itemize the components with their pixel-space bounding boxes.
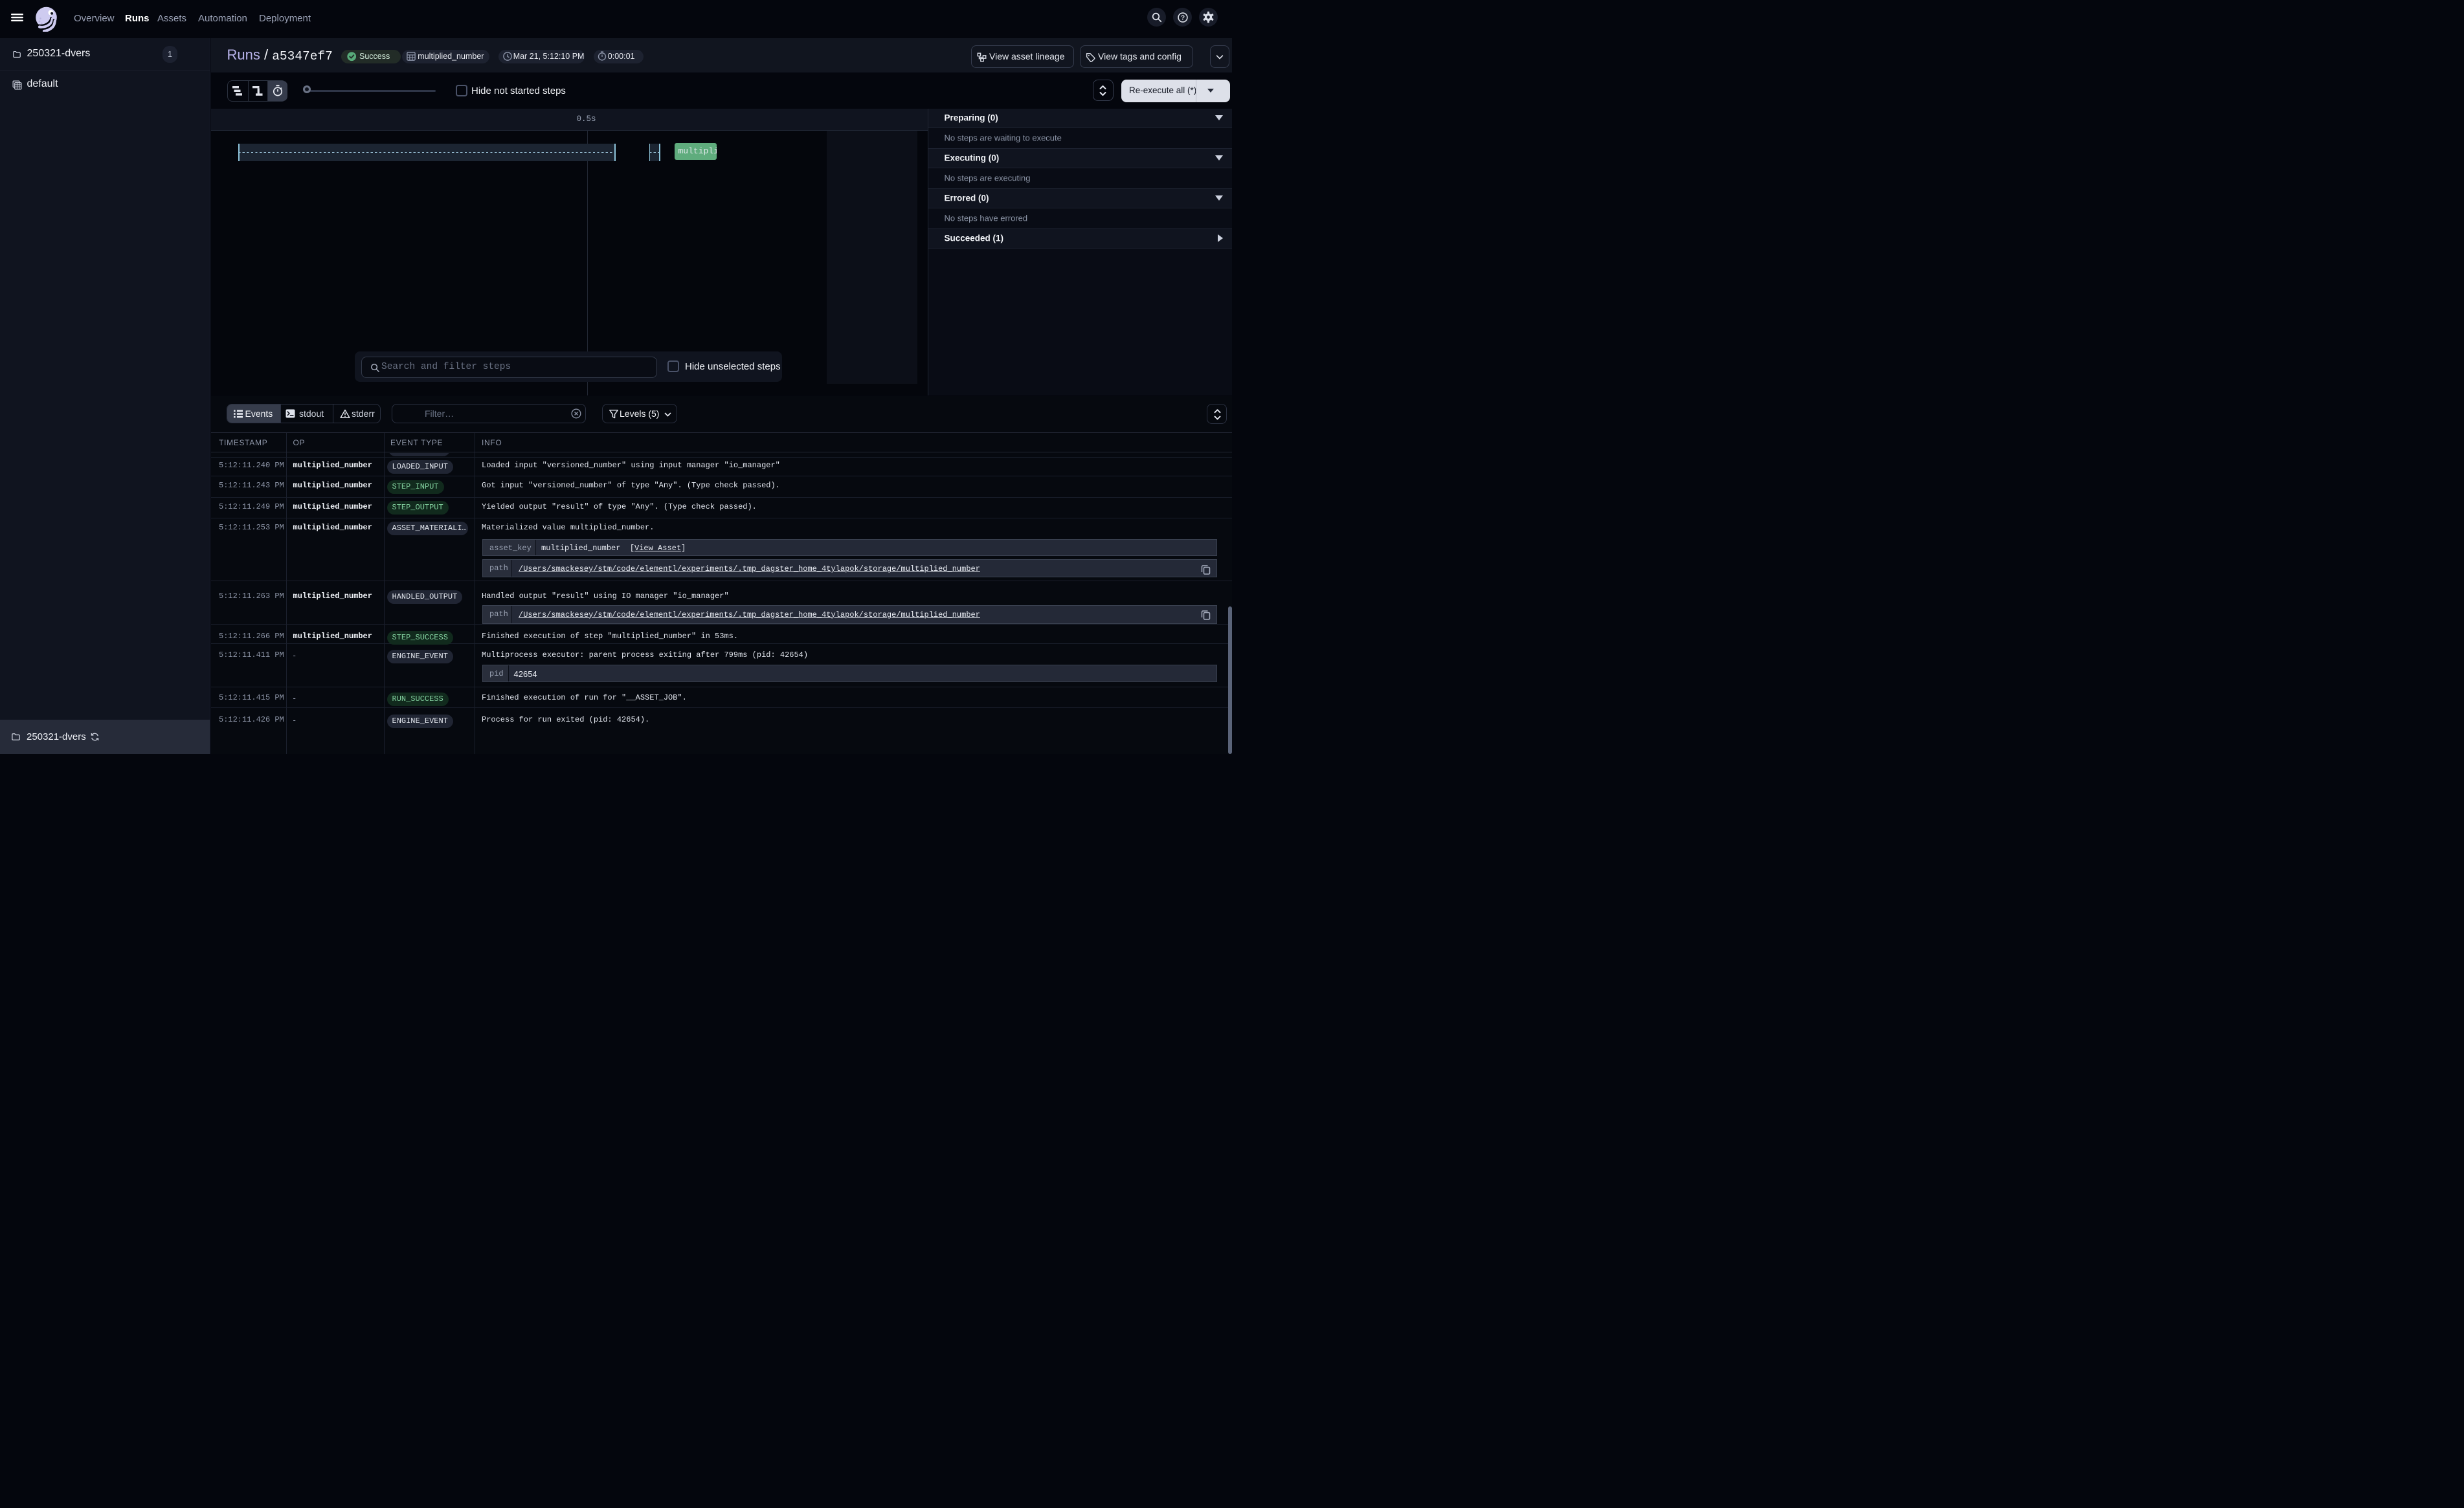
svg-text:?: ?	[1181, 15, 1185, 22]
